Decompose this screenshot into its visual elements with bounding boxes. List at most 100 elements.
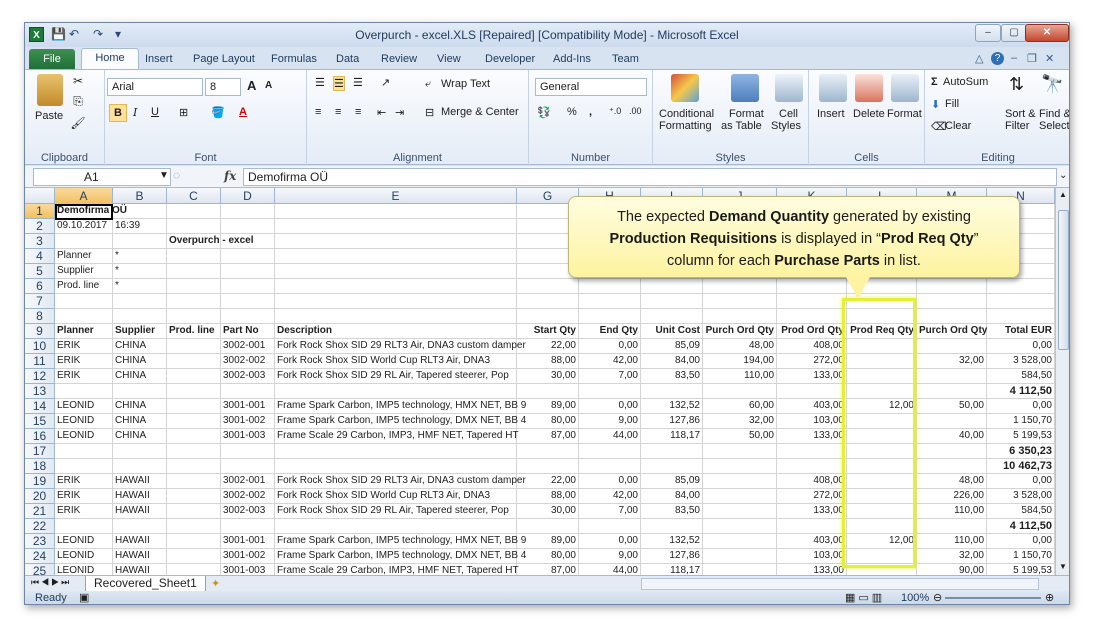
delete-cells-button[interactable]: Delete	[853, 108, 885, 120]
cell-c8[interactable]	[167, 309, 221, 324]
cell-d8[interactable]	[221, 309, 275, 324]
cell-j10[interactable]: 48,00	[703, 339, 777, 354]
cell-j25[interactable]	[703, 564, 777, 575]
cell-b16[interactable]: CHINA	[113, 429, 167, 444]
cell-e5[interactable]	[275, 264, 517, 279]
cell-d14[interactable]: 3001-001	[221, 399, 275, 414]
cell-g20[interactable]: 88,00	[517, 489, 579, 504]
find-select-button[interactable]: Find &	[1039, 108, 1069, 120]
cell-e21[interactable]: Fork Rock Shox SID 29 RL Air, Tapered st…	[275, 504, 517, 519]
formula-input[interactable]: Demofirma OÜ	[243, 168, 1057, 186]
cell-c18[interactable]	[167, 459, 221, 474]
cell-i17[interactable]	[641, 444, 703, 459]
insert-cells-button[interactable]: Insert	[817, 108, 845, 120]
tab-add-ins[interactable]: Add-Ins	[553, 53, 591, 65]
cell-n23[interactable]: 0,00	[987, 534, 1055, 549]
cell-g19[interactable]: 22,00	[517, 474, 579, 489]
cell-d19[interactable]: 3002-001	[221, 474, 275, 489]
cell-n11[interactable]: 3 528,00	[987, 354, 1055, 369]
cell-i10[interactable]: 85,09	[641, 339, 703, 354]
cell-m24[interactable]: 32,00	[917, 549, 987, 564]
cell-b9[interactable]: Supplier	[113, 324, 167, 339]
cell-n16[interactable]: 5 199,53	[987, 429, 1055, 444]
delete-cells-icon[interactable]	[855, 74, 883, 102]
row-header[interactable]: 9	[25, 324, 55, 339]
fill-button[interactable]: Fill	[945, 98, 959, 110]
autosum-icon[interactable]: Σ	[931, 76, 938, 88]
cell-d5[interactable]	[221, 264, 275, 279]
cell-m19[interactable]: 48,00	[917, 474, 987, 489]
comma-button[interactable]: ,	[589, 106, 592, 118]
align-left-icon[interactable]: ≡	[315, 106, 321, 118]
insert-function-icon[interactable]: fx	[224, 169, 236, 183]
cell-b23[interactable]: HAWAII	[113, 534, 167, 549]
cell-i11[interactable]: 84,00	[641, 354, 703, 369]
cell-j17[interactable]	[703, 444, 777, 459]
column-header-b[interactable]: B	[113, 188, 167, 204]
workbook-minimize-icon[interactable]: –	[1011, 52, 1017, 64]
cell-b4[interactable]: *	[113, 249, 167, 264]
row-header[interactable]: 1	[25, 204, 55, 219]
cell-c17[interactable]	[167, 444, 221, 459]
cell-m17[interactable]	[917, 444, 987, 459]
help-icon[interactable]: ?	[991, 52, 1004, 65]
format-as-table-button-2[interactable]: as Table	[721, 120, 762, 132]
cell-i13[interactable]	[641, 384, 703, 399]
row-header[interactable]: 23	[25, 534, 55, 549]
cell-e25[interactable]: Frame Scale 29 Carbon, IMP3, HMF NET, Ta…	[275, 564, 519, 575]
cell-b17[interactable]	[113, 444, 167, 459]
cell-g9[interactable]: Start Qty	[517, 324, 579, 339]
cell-k21[interactable]: 133,00	[777, 504, 847, 519]
conditional-formatting-button-2[interactable]: Formatting	[659, 120, 712, 132]
cell-k20[interactable]: 272,00	[777, 489, 847, 504]
cell-k24[interactable]: 103,00	[777, 549, 847, 564]
cell-k6[interactable]	[777, 279, 847, 294]
merge-center-button[interactable]: Merge & Center	[441, 106, 519, 118]
scroll-down-icon[interactable]: ▼	[1059, 562, 1067, 571]
cell-m6[interactable]	[917, 279, 987, 294]
cell-i16[interactable]: 118,17	[641, 429, 703, 444]
cell-a18[interactable]	[55, 459, 113, 474]
cell-h6[interactable]	[579, 279, 641, 294]
align-middle-icon[interactable]: ☰	[333, 76, 345, 91]
cell-e2[interactable]	[275, 219, 517, 234]
cell-n10[interactable]: 0,00	[987, 339, 1055, 354]
cell-k8[interactable]	[777, 309, 847, 324]
cell-d24[interactable]: 3001-002	[221, 549, 275, 564]
cell-d9[interactable]: Part No	[221, 324, 275, 339]
font-name-box[interactable]: Arial	[107, 78, 203, 96]
cell-g6[interactable]	[517, 279, 579, 294]
insert-sheet-icon[interactable]: ✦	[211, 577, 220, 590]
cell-k13[interactable]	[777, 384, 847, 399]
cell-g11[interactable]: 88,00	[517, 354, 579, 369]
cell-n9[interactable]: Total EUR	[987, 324, 1055, 339]
column-header-a[interactable]: A	[55, 188, 113, 204]
cell-b3[interactable]	[113, 234, 167, 249]
cell-e18[interactable]	[275, 459, 517, 474]
sort-filter-icon[interactable]: ⇅	[1009, 74, 1024, 95]
cell-c4[interactable]	[167, 249, 221, 264]
cell-a16[interactable]: LEONID	[55, 429, 113, 444]
cell-g15[interactable]: 80,00	[517, 414, 579, 429]
cell-m9[interactable]: Purch Ord Qty	[917, 324, 987, 339]
cell-g24[interactable]: 80,00	[517, 549, 579, 564]
scroll-up-icon[interactable]: ▲	[1059, 190, 1067, 199]
wrap-text-button[interactable]: Wrap Text	[441, 78, 490, 90]
cell-b11[interactable]: CHINA	[113, 354, 167, 369]
cell-a13[interactable]	[55, 384, 113, 399]
cell-d17[interactable]	[221, 444, 275, 459]
cell-n17[interactable]: 6 350,23	[987, 444, 1055, 459]
cell-n6[interactable]	[987, 279, 1055, 294]
cell-i19[interactable]: 85,09	[641, 474, 703, 489]
cell-e24[interactable]: Frame Spark Carbon, IMP5 technology, DMX…	[275, 549, 526, 564]
conditional-formatting-icon[interactable]	[671, 74, 699, 102]
cell-d2[interactable]	[221, 219, 275, 234]
cell-k15[interactable]: 103,00	[777, 414, 847, 429]
tab-page-layout[interactable]: Page Layout	[193, 53, 255, 65]
cell-b12[interactable]: CHINA	[113, 369, 167, 384]
row-header[interactable]: 21	[25, 504, 55, 519]
column-header-c[interactable]: C	[167, 188, 221, 204]
column-header-e[interactable]: E	[275, 188, 517, 204]
cell-j13[interactable]	[703, 384, 777, 399]
cell-k14[interactable]: 403,00	[777, 399, 847, 414]
